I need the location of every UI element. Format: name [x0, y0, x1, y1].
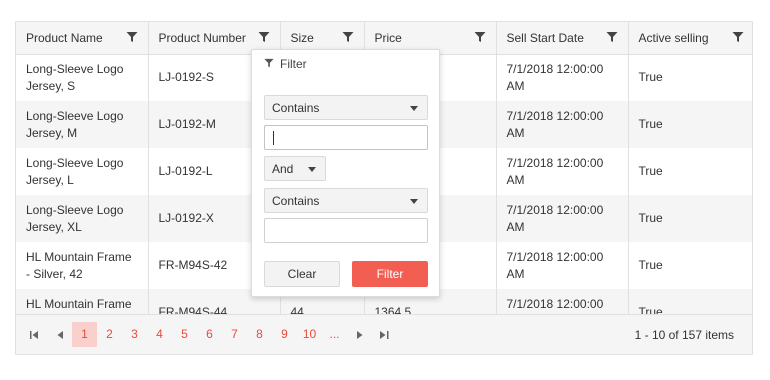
- cell-active-selling: True: [638, 70, 663, 85]
- cell-product-name: Long-Sleeve Logo Jersey, S: [16, 54, 149, 101]
- filter-icon[interactable]: [474, 31, 486, 45]
- page-link-1[interactable]: 1: [72, 322, 97, 347]
- last-page-icon[interactable]: [372, 322, 397, 347]
- cell-sell-start-date: 7/1/2018 12:00:00 AM: [496, 101, 629, 148]
- page-link-6[interactable]: 6: [197, 322, 222, 347]
- filter-icon: [264, 57, 280, 71]
- cell-active-selling: True: [628, 101, 752, 148]
- page-link-4[interactable]: 4: [147, 322, 172, 347]
- filter-value-input-2[interactable]: [264, 218, 428, 243]
- chevron-down-icon: [410, 199, 418, 204]
- cell-active-selling: True: [628, 195, 752, 242]
- filter-icon[interactable]: [606, 31, 618, 45]
- operator-dropdown-value: Contains: [272, 193, 320, 208]
- pager-info: 1 - 10 of 157 items: [634, 327, 734, 342]
- chevron-down-icon: [410, 106, 418, 111]
- page-link-more[interactable]: ...: [322, 322, 347, 347]
- operator-dropdown-1[interactable]: Contains: [264, 95, 428, 120]
- page-link-7[interactable]: 7: [222, 322, 247, 347]
- column-header-label: Product Name: [26, 30, 103, 45]
- cell-active-selling: True: [638, 164, 663, 178]
- page-link-3[interactable]: 3: [122, 322, 147, 347]
- filter-popup-title: Filter: [280, 57, 307, 71]
- column-header-sell-start-date[interactable]: Sell Start Date: [496, 22, 629, 55]
- column-header-label: Price: [374, 30, 402, 45]
- logic-dropdown[interactable]: And: [264, 156, 326, 181]
- logic-dropdown-value: And: [272, 161, 294, 176]
- filter-popup: Filter Contains And Contains Clear Filte…: [251, 49, 440, 297]
- filter-icon[interactable]: [126, 31, 138, 45]
- cell-sell-start-date: 7/1/2018 12:00:00 AM: [496, 148, 629, 195]
- page-link-2[interactable]: 2: [97, 322, 122, 347]
- filter-value-input-1[interactable]: [264, 125, 428, 150]
- first-page-icon[interactable]: [22, 322, 47, 347]
- column-header-label: Active selling: [638, 30, 709, 45]
- column-header-active-selling[interactable]: Active selling: [628, 22, 752, 55]
- page-link-9[interactable]: 9: [272, 322, 297, 347]
- filter-popup-header: Filter: [264, 57, 307, 71]
- filter-button[interactable]: Filter: [352, 261, 428, 287]
- pager: 1 2 3 4 5 6 7 8 9 10 ... 1 - 10 of 157 i…: [16, 314, 752, 354]
- filter-icon[interactable]: [258, 31, 270, 45]
- operator-dropdown-value: Contains: [272, 100, 320, 115]
- chevron-down-icon: [308, 167, 316, 172]
- filter-icon[interactable]: [342, 31, 354, 45]
- column-header-label: Size: [290, 30, 314, 45]
- cell-active-selling: True: [638, 258, 663, 272]
- cell-product-name: Long-Sleeve Logo Jersey, M: [16, 101, 149, 148]
- text-caret: [273, 131, 274, 145]
- cell-product-name: HL Mountain Frame - Silver, 42: [16, 242, 149, 289]
- column-header-label: Product Number: [158, 30, 246, 45]
- cell-sell-start-date: 7/1/2018 12:00:00 AM: [496, 54, 629, 101]
- page-link-10[interactable]: 10: [297, 322, 322, 347]
- cell-product-name: Long-Sleeve Logo Jersey, L: [16, 148, 149, 195]
- page-link-5[interactable]: 5: [172, 322, 197, 347]
- cell-product-name: Long-Sleeve Logo Jersey, XL: [16, 195, 149, 242]
- previous-page-icon[interactable]: [47, 322, 72, 347]
- next-page-icon[interactable]: [347, 322, 372, 347]
- page-link-8[interactable]: 8: [247, 322, 272, 347]
- filter-icon[interactable]: [732, 31, 744, 45]
- column-header-product-name[interactable]: Product Name: [16, 22, 149, 55]
- cell-sell-start-date: 7/1/2018 12:00:00 AM: [496, 242, 629, 289]
- clear-button[interactable]: Clear: [264, 261, 340, 287]
- column-header-label: Sell Start Date: [506, 30, 584, 45]
- operator-dropdown-2[interactable]: Contains: [264, 188, 428, 213]
- cell-sell-start-date: 7/1/2018 12:00:00 AM: [496, 195, 629, 242]
